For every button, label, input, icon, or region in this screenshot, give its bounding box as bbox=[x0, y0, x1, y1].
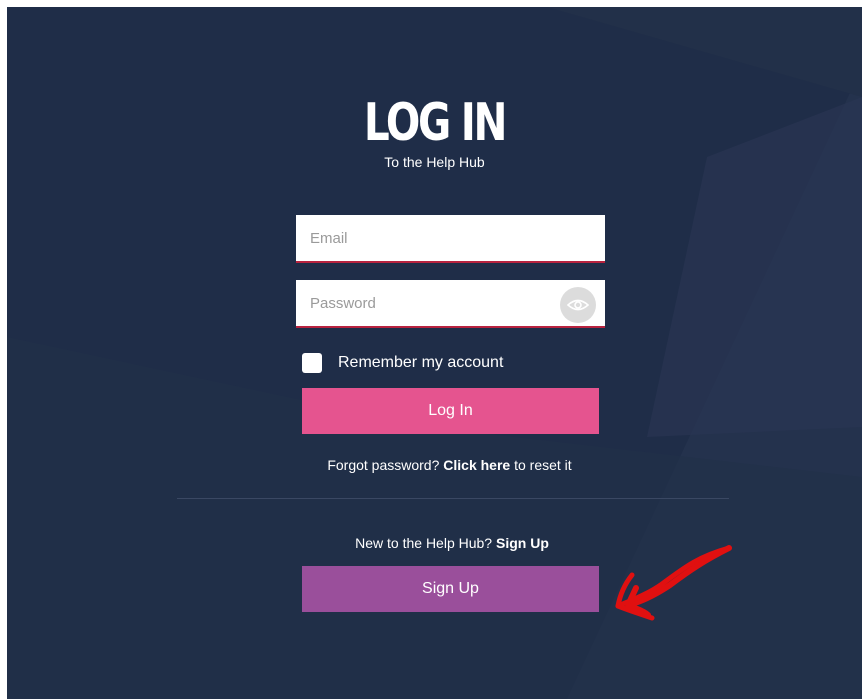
remember-label: Remember my account bbox=[338, 354, 504, 371]
login-page: LOG IN To the Help Hub Remember my accou… bbox=[7, 7, 862, 699]
remember-row: Remember my account bbox=[302, 352, 503, 374]
email-field[interactable] bbox=[296, 215, 605, 263]
eye-icon bbox=[567, 299, 589, 311]
signup-link[interactable]: Sign Up bbox=[496, 535, 549, 551]
signup-prompt: New to the Help Hub? Sign Up bbox=[7, 535, 862, 551]
login-button[interactable]: Log In bbox=[302, 388, 599, 434]
signup-prompt-text: New to the Help Hub? bbox=[355, 535, 493, 551]
reset-password-link[interactable]: Click here bbox=[443, 457, 510, 473]
page-title: LOG IN bbox=[363, 93, 508, 153]
divider bbox=[177, 498, 729, 499]
signup-button[interactable]: Sign Up bbox=[302, 566, 599, 612]
forgot-suffix: to reset it bbox=[514, 457, 572, 473]
show-password-button[interactable] bbox=[560, 287, 596, 323]
password-field[interactable] bbox=[296, 280, 605, 328]
remember-checkbox[interactable] bbox=[302, 353, 322, 373]
forgot-prefix: Forgot password? bbox=[327, 457, 440, 473]
page-subtitle: To the Help Hub bbox=[384, 154, 485, 170]
forgot-password-text: Forgot password? Click here to reset it bbox=[7, 457, 862, 473]
